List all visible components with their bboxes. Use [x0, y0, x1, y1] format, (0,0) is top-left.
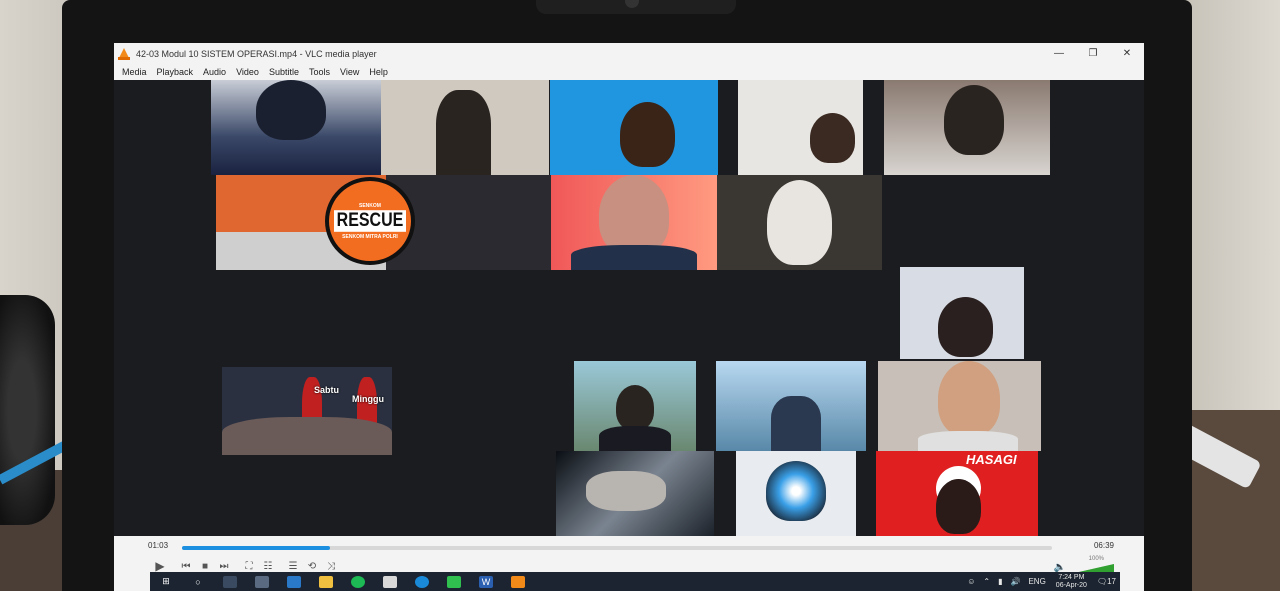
app-icon[interactable] — [255, 575, 269, 588]
participant-tile — [717, 175, 882, 270]
rescue-logo: SENKOM RESCUE SENKOM MITRA POLRI — [325, 177, 415, 265]
menu-tools[interactable]: Tools — [309, 67, 330, 77]
participant-tile — [574, 361, 696, 451]
folder-icon[interactable] — [319, 575, 333, 588]
clock-time: 7:24 PM — [1058, 573, 1085, 581]
speaker-icon[interactable]: 🔊 — [1010, 577, 1020, 586]
participant-tile — [550, 80, 718, 175]
menu-audio[interactable]: Audio — [203, 67, 226, 77]
taskbar: ⊞ ○ W ☺ ⌃ ▮ 🔊 ENG 7:24 PM 06-Apr-20 🗨17 — [150, 572, 1120, 591]
vlc-taskbar-icon[interactable] — [511, 575, 525, 588]
minimize-button[interactable]: — — [1042, 43, 1076, 64]
windows-start-icon[interactable]: ⊞ — [159, 576, 173, 588]
participant-tile — [884, 80, 1050, 175]
window-title: 42-03 Modul 10 SISTEM OPERASI.mp4 - VLC … — [136, 48, 377, 59]
participant-tile — [556, 451, 714, 539]
menu-video[interactable]: Video — [236, 67, 259, 77]
language-indicator[interactable]: ENG — [1028, 577, 1045, 586]
notification-count: 17 — [1107, 577, 1116, 586]
clock[interactable]: 7:24 PM 06-Apr-20 — [1056, 574, 1087, 590]
participant-tile — [381, 80, 549, 175]
total-time: 06:39 — [1093, 541, 1114, 550]
participant-tile — [900, 267, 1024, 359]
spotify-icon[interactable] — [351, 575, 365, 588]
notification-icon[interactable]: 🗨17 — [1097, 577, 1116, 586]
participant-tile — [716, 361, 866, 451]
menu-subtitle[interactable]: Subtitle — [269, 67, 299, 77]
word-icon[interactable]: W — [479, 575, 493, 588]
rescue-logo-text: RESCUE — [333, 209, 407, 232]
clock-date: 06-Apr-20 — [1055, 581, 1087, 589]
system-tray: ☺ ⌃ ▮ 🔊 ENG 7:24 PM 06-Apr-20 🗨17 — [963, 572, 1120, 591]
menu-bar: Media Playback Audio Video Subtitle Tool… — [114, 64, 1144, 80]
network-icon[interactable]: ▮ — [998, 577, 1002, 586]
window-controls: — ❐ ✕ — [1042, 43, 1144, 64]
current-time: 01:03 — [148, 541, 169, 550]
vlc-cone-icon — [118, 47, 130, 60]
participant-tile — [211, 80, 381, 175]
app-icon[interactable] — [383, 575, 397, 588]
participant-tile — [738, 80, 863, 175]
app-icon[interactable] — [287, 575, 301, 588]
show-hidden-icons-icon[interactable]: ⌃ — [983, 577, 990, 586]
participant-tile: Sabtu Minggu — [222, 367, 392, 455]
seek-bar-fill — [182, 546, 330, 550]
meme-label-minggu: Minggu — [352, 394, 384, 404]
title-bar[interactable]: 42-03 Modul 10 SISTEM OPERASI.mp4 - VLC … — [114, 43, 1144, 64]
maximize-button[interactable]: ❐ — [1076, 43, 1110, 64]
speaker — [0, 295, 55, 525]
people-icon[interactable]: ☺ — [967, 577, 975, 586]
meme-label-sabtu: Sabtu — [314, 385, 340, 395]
menu-view[interactable]: View — [340, 67, 359, 77]
participant-tile — [878, 361, 1041, 451]
video-area[interactable]: SENKOM RESCUE SENKOM MITRA POLRI Sabtu M… — [114, 80, 1144, 539]
close-button[interactable]: ✕ — [1110, 43, 1144, 64]
search-icon[interactable]: ○ — [191, 576, 205, 588]
flag-text: HASAGI — [966, 452, 1017, 467]
menu-playback[interactable]: Playback — [157, 67, 194, 77]
participant-tile — [736, 451, 856, 539]
vlc-window: 42-03 Modul 10 SISTEM OPERASI.mp4 - VLC … — [114, 43, 1144, 591]
participant-tile: HASAGI — [876, 451, 1038, 539]
menu-media[interactable]: Media — [122, 67, 147, 77]
participant-tile — [551, 175, 717, 270]
task-view-icon[interactable] — [223, 575, 237, 588]
volume-label: 100% — [1088, 556, 1104, 562]
seek-bar[interactable] — [182, 546, 1052, 550]
menu-help[interactable]: Help — [369, 67, 388, 77]
line-icon[interactable] — [447, 575, 461, 588]
edge-icon[interactable] — [415, 575, 429, 588]
